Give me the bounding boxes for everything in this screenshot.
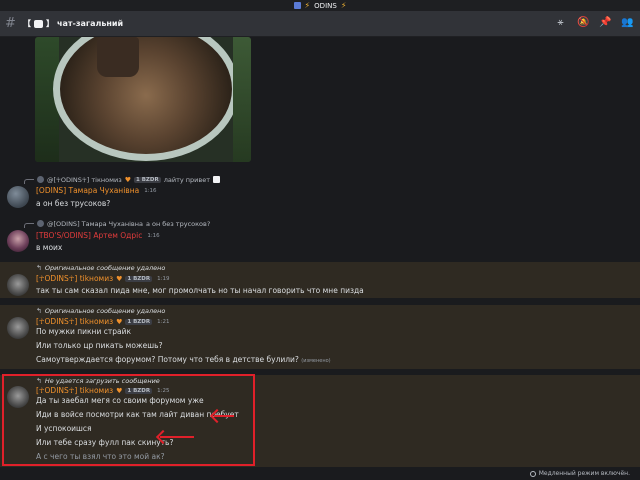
image-icon [213, 176, 220, 183]
role-tag: 1 BZDR [125, 275, 153, 282]
username[interactable]: [ODINS] Тамара Чуханівна [36, 186, 139, 195]
reply-text: Оригинальное сообщение удалено [44, 307, 166, 315]
annotation-arrow [160, 436, 194, 438]
message-list[interactable]: @[☥ODINS☥] тікномиз ♥ 1 BZDR лайту приве… [0, 37, 640, 480]
message-item[interactable]: ↰ Оригинальное сообщение удалено [☥ODINS… [0, 305, 640, 369]
message-text: Самоутверждается форумом? Потому что теб… [36, 355, 331, 364]
role-tag: 1 BZDR [125, 318, 153, 325]
attachment-photo-mirror [53, 37, 239, 161]
slow-mode-indicator: Медленный режим включён. [529, 470, 630, 477]
threads-icon[interactable]: ⚹ [555, 17, 566, 29]
message-item[interactable]: @[ODINS] Тамара Чуханівна а он без трусо… [0, 219, 640, 255]
reply-arrow-icon: ↰ [36, 264, 42, 272]
message-header: [ODINS] Тамара Чуханівна 1:16 [36, 186, 157, 195]
reply-preview[interactable]: @[ODINS] Тамара Чуханівна а он без трусо… [24, 219, 211, 228]
reply-connector [24, 179, 34, 184]
channel-header: # 【 】 чат-загальний ⚹ 🔕 📌 👥 [0, 11, 640, 37]
timestamp: 1:19 [157, 275, 170, 282]
avatar[interactable] [7, 186, 29, 208]
reply-arrow-icon: ↰ [36, 307, 42, 315]
annotation-arrow [214, 415, 234, 417]
reply-text: лайту привет [163, 175, 210, 184]
channel-bracket-open: 【 [23, 19, 31, 28]
message-item[interactable]: ↰ Оригинальное сообщение удалено [☥ODINS… [0, 262, 640, 298]
mute-bell-icon[interactable]: 🔕 [577, 17, 589, 29]
window-title: ODINS [314, 1, 337, 10]
reply-connector [24, 223, 34, 228]
attachment-photo-plant [233, 37, 251, 162]
avatar[interactable] [7, 317, 29, 339]
reply-text: Оригинальное сообщение удалено [44, 264, 166, 272]
message-text: а он без трусоков? [36, 199, 111, 208]
username[interactable]: [☥ODINS☥] tikномиз [36, 274, 113, 283]
pin-icon[interactable]: 📌 [599, 17, 611, 29]
slow-mode-text: Медленный режим включён. [538, 470, 630, 477]
reply-avatar [37, 220, 44, 227]
timestamp: 1:16 [144, 187, 157, 194]
heart-icon: ♥ [124, 175, 131, 184]
channel-bracket-close: 】 [46, 19, 54, 28]
reply-preview[interactable]: ↰ Оригинальное сообщение удалено [36, 307, 165, 315]
app-icon [293, 2, 301, 9]
message-header: [TBO'S/ODINS] Артем Одріс 1:16 [36, 231, 160, 240]
avatar[interactable] [7, 274, 29, 296]
message-text: Или только цр пикать можешь? [36, 341, 163, 350]
reply-author: @[☥ODINS☥] тікномиз [47, 175, 122, 184]
attachment-photo-phone [97, 37, 139, 77]
username[interactable]: [☥ODINS☥] tikномиз [36, 317, 113, 326]
heart-icon: ♥ [116, 274, 123, 283]
lightning-icon: ⚡ [304, 1, 311, 10]
message-text: По мужки пикни страйк [36, 327, 131, 336]
message-item[interactable]: @[☥ODINS☥] тікномиз ♥ 1 BZDR лайту приве… [0, 175, 640, 213]
reply-text: а он без трусоков? [145, 219, 211, 228]
image-attachment[interactable] [35, 37, 251, 162]
clock-icon [529, 470, 536, 477]
reply-preview[interactable]: ↰ Оригинальное сообщение удалено [36, 264, 165, 272]
channel-hash-icon: # [5, 16, 16, 31]
message-header: [☥ODINS☥] tikномиз ♥ 1 BZDR 1:21 [36, 317, 169, 326]
timestamp: 1:21 [157, 318, 170, 325]
reply-avatar [37, 176, 44, 183]
header-toolbar: ⚹ 🔕 📌 👥 [555, 17, 634, 29]
window-titlebar: ⚡ ODINS ⚡ [0, 0, 640, 11]
channel-title: 【 】 чат-загальний [23, 18, 123, 29]
role-tag: 1 BZDR [133, 176, 161, 183]
members-icon[interactable]: 👥 [621, 17, 633, 29]
reply-author: @[ODINS] Тамара Чуханівна [47, 219, 143, 228]
reply-preview[interactable]: @[☥ODINS☥] тікномиз ♥ 1 BZDR лайту приве… [24, 175, 220, 184]
chat-bubble-icon [34, 19, 43, 28]
username[interactable]: [TBO'S/ODINS] Артем Одріс [36, 231, 142, 240]
message-text-content: Самоутверждается форумом? Потому что теб… [36, 355, 299, 364]
timestamp: 1:16 [147, 232, 160, 239]
edited-label: (изменено) [301, 358, 331, 364]
avatar[interactable] [7, 230, 29, 252]
message-header: [☥ODINS☥] tikномиз ♥ 1 BZDR 1:19 [36, 274, 169, 283]
lightning-icon: ⚡ [340, 1, 347, 10]
message-text: так ты сам сказал пида мне, мог промолча… [36, 286, 364, 295]
heart-icon: ♥ [116, 317, 123, 326]
message-text: в моих [36, 243, 63, 252]
channel-name: чат-загальний [57, 19, 124, 28]
